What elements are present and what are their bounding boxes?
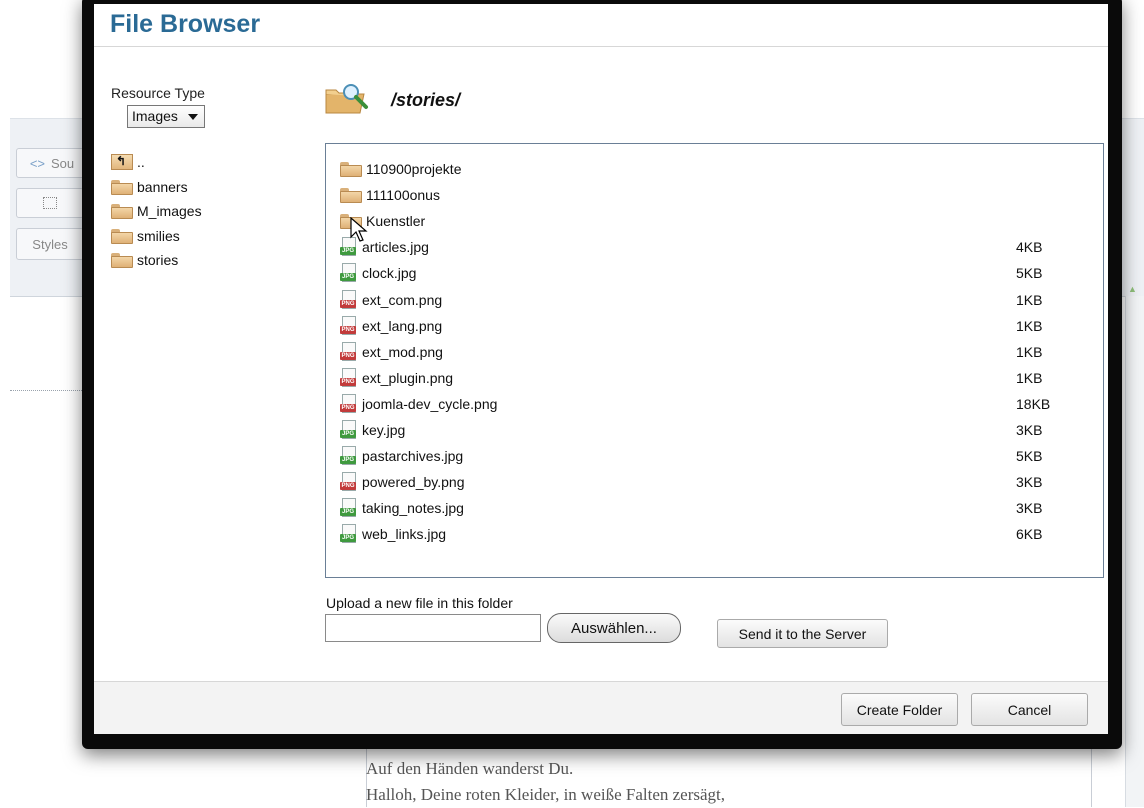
file-row[interactable]: PNG ext_lang.png 1KB — [340, 313, 1090, 339]
file-row[interactable]: JPG taking_notes.jpg 3KB — [340, 495, 1090, 521]
file-row[interactable]: PNG joomla-dev_cycle.png 18KB — [340, 391, 1090, 417]
jpg-file-icon: JPG — [340, 420, 358, 440]
file-size: 6KB — [1016, 526, 1043, 543]
dropdown-arrow-icon — [188, 114, 198, 120]
file-name: 110900projekte — [366, 161, 462, 177]
jpg-file-icon: JPG — [340, 498, 358, 518]
file-size: 3KB — [1016, 422, 1043, 438]
file-name: web_links.jpg — [362, 526, 447, 543]
dialog-title: File Browser — [110, 10, 261, 38]
file-row[interactable]: PNG ext_com.png 1KB — [340, 287, 1090, 313]
folder-tree-label: M_images — [137, 203, 202, 220]
jpg-file-icon: JPG — [340, 263, 358, 283]
folder-up-icon: ↰ — [111, 154, 133, 171]
file-row[interactable]: JPG clock.jpg 5KB — [340, 260, 1090, 286]
create-folder-button[interactable]: Create Folder — [841, 693, 958, 726]
png-file-icon: PNG — [340, 367, 358, 388]
folder-tree-label: smilies — [137, 227, 180, 244]
send-to-server-button[interactable]: Send it to the Server — [717, 619, 888, 648]
editor-scrollbar[interactable] — [1125, 296, 1144, 807]
styles-dropdown[interactable]: Styles — [16, 228, 84, 260]
file-name: ext_com.png — [362, 291, 443, 308]
file-row[interactable]: PNG powered_by.png 3KB — [340, 469, 1090, 495]
folder-icon — [340, 187, 362, 204]
source-icon: <> — [29, 155, 46, 171]
editor-line: Halloh, Deine roten Kleider, in weiße Fa… — [366, 785, 726, 804]
folder-open-icon — [111, 252, 133, 269]
png-file-icon: PNG — [340, 315, 358, 336]
file-name: clock.jpg — [362, 265, 417, 282]
folder-tree: ↰ .. banners M_images smilies stories — [111, 150, 202, 273]
folder-icon — [111, 228, 133, 244]
file-name: joomla-dev_cycle.png — [362, 395, 498, 412]
png-file-icon: PNG — [340, 289, 358, 310]
resource-type-label: Resource Type — [111, 85, 205, 101]
cancel-button[interactable]: Cancel — [971, 693, 1088, 726]
browse-button[interactable]: Auswählen... — [547, 613, 681, 643]
file-name: 111100onus — [366, 187, 440, 204]
file-size: 1KB — [1016, 369, 1043, 386]
folder-row[interactable]: Kuenstler — [340, 208, 1090, 234]
dialog-body: File Browser Resource Type Images ↰ .. b… — [94, 4, 1108, 734]
scroll-up-icon[interactable]: ▲ — [1128, 284, 1140, 294]
dialog-footer: Create Folder Cancel — [94, 681, 1108, 734]
file-row[interactable]: PNG ext_plugin.png 1KB — [340, 365, 1090, 391]
file-row[interactable]: PNG ext_mod.png 1KB — [340, 339, 1090, 365]
folder-search-icon — [325, 84, 368, 114]
file-name: key.jpg — [362, 422, 406, 438]
folder-tree-label: stories — [137, 252, 179, 269]
editor-line: Auf den Händen wanderst Du. — [366, 759, 574, 778]
source-button[interactable]: <> Sou — [16, 148, 88, 178]
resource-type-select[interactable]: Images — [127, 105, 205, 128]
resource-type-value: Images — [132, 108, 178, 124]
file-name: taking_notes.jpg — [362, 500, 464, 517]
file-name: Kuenstler — [366, 213, 426, 230]
folder-tree-item-m-images[interactable]: M_images — [111, 199, 202, 224]
file-size: 1KB — [1016, 343, 1043, 360]
file-name: articles.jpg — [362, 239, 429, 256]
file-name: pastarchives.jpg — [362, 448, 464, 465]
file-size: 4KB — [1016, 239, 1043, 256]
file-name: ext_lang.png — [362, 317, 443, 334]
upload-file-input[interactable] — [325, 614, 541, 642]
folder-tree-label: banners — [137, 178, 188, 195]
file-row[interactable]: JPG articles.jpg 4KB — [340, 234, 1090, 260]
folder-tree-item-banners[interactable]: banners — [111, 175, 202, 200]
folder-row[interactable]: 111100onus — [340, 182, 1090, 208]
jpg-file-icon: JPG — [340, 524, 358, 544]
file-list[interactable]: 110900projekte 111100onus Kuenstler JPG arti… — [325, 143, 1104, 578]
file-browser-dialog: File Browser Resource Type Images ↰ .. b… — [82, 0, 1122, 749]
current-path: /stories/ — [391, 90, 461, 110]
png-file-icon: PNG — [340, 393, 358, 414]
png-file-icon: PNG — [340, 472, 358, 492]
file-size: 1KB — [1016, 317, 1043, 334]
file-size: 3KB — [1016, 500, 1043, 517]
png-file-icon: PNG — [340, 341, 358, 362]
file-size: 1KB — [1016, 291, 1043, 308]
folder-tree-label: .. — [137, 154, 145, 171]
file-name: powered_by.png — [362, 474, 465, 491]
select-all-icon — [43, 197, 57, 209]
folder-icon — [111, 203, 133, 220]
dialog-title-bar: File Browser — [94, 4, 1108, 47]
file-size: 18KB — [1016, 395, 1051, 412]
folder-tree-item-smilies[interactable]: smilies — [111, 224, 202, 249]
file-size: 3KB — [1016, 474, 1043, 491]
upload-label: Upload a new file in this folder — [326, 595, 513, 611]
mouse-cursor-icon — [350, 217, 368, 242]
file-row[interactable]: JPG web_links.jpg 6KB — [340, 521, 1090, 547]
folder-tree-item-up[interactable]: ↰ .. — [111, 150, 202, 175]
jpg-file-icon: JPG — [340, 446, 358, 466]
file-name: ext_plugin.png — [362, 369, 454, 386]
select-all-button[interactable] — [16, 188, 84, 218]
folder-tree-item-stories[interactable]: stories — [111, 248, 202, 273]
folder-row[interactable]: 110900projekte — [340, 156, 1090, 182]
file-name: ext_mod.png — [362, 343, 443, 360]
file-size: 5KB — [1016, 448, 1043, 465]
file-row[interactable]: JPG key.jpg 3KB — [340, 417, 1090, 443]
file-size: 5KB — [1016, 265, 1043, 282]
folder-icon — [111, 179, 133, 195]
file-row[interactable]: JPG pastarchives.jpg 5KB — [340, 443, 1090, 469]
folder-icon — [340, 161, 362, 177]
